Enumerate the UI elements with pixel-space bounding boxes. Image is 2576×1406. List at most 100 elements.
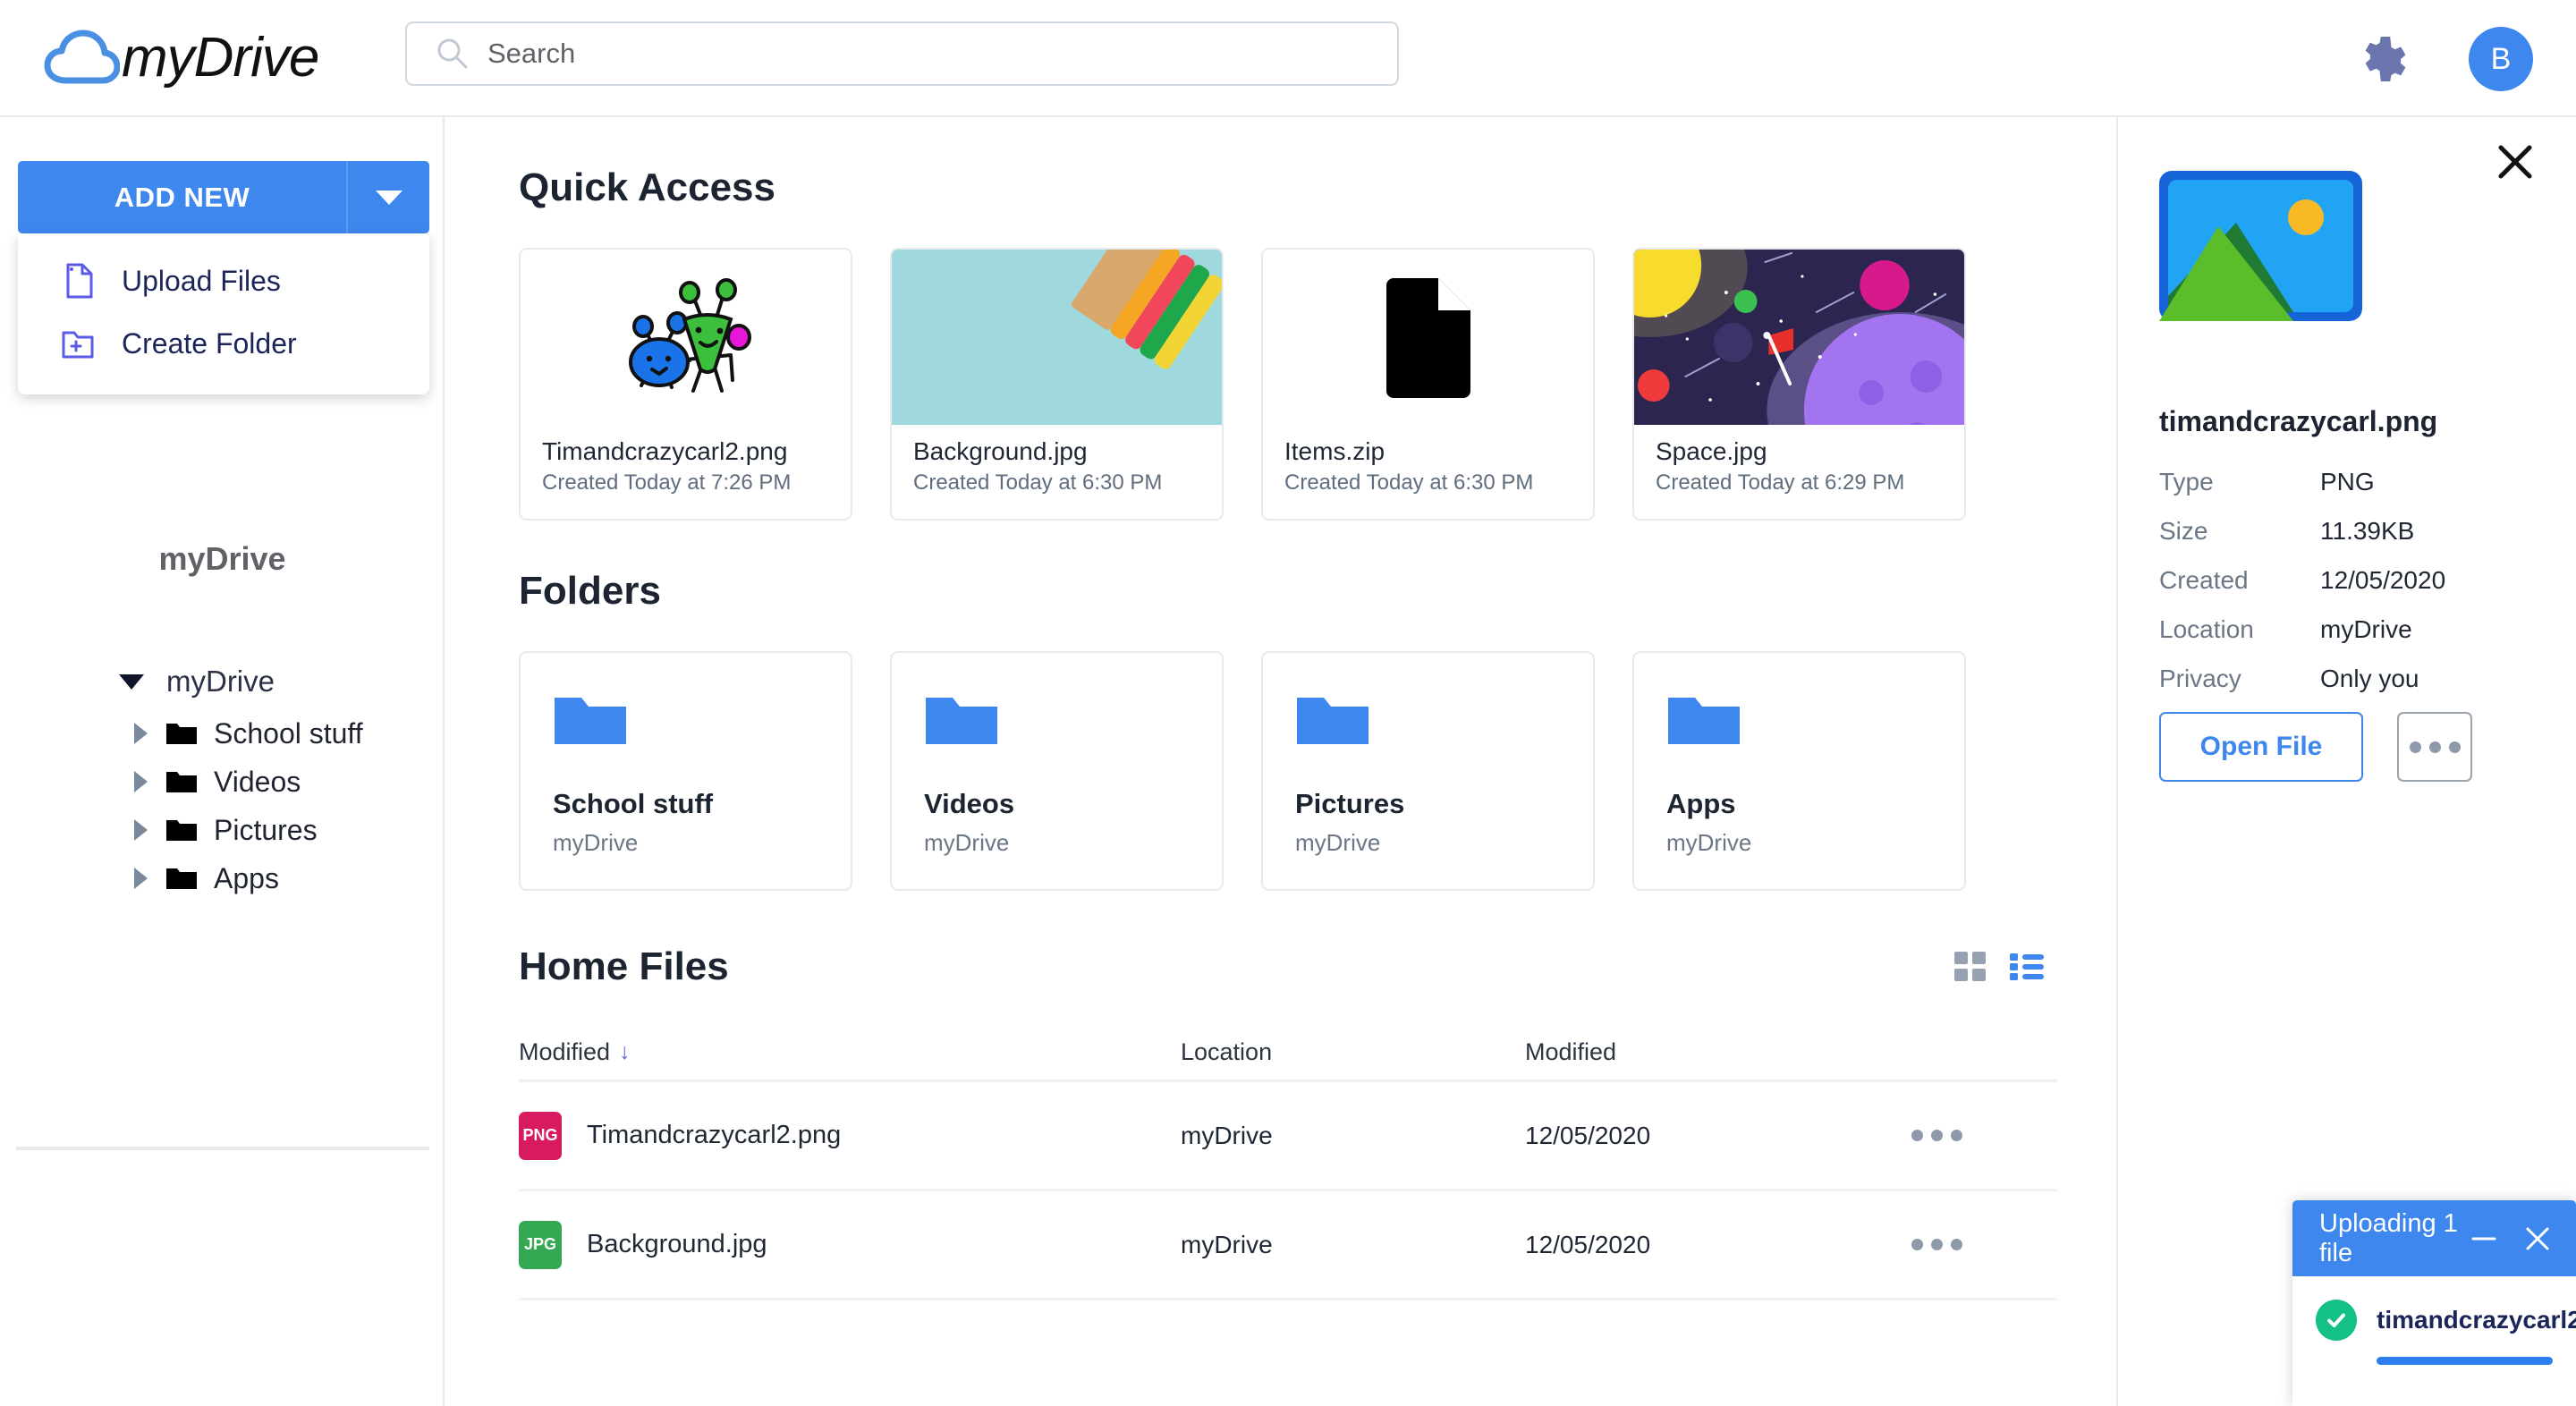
folder-icon: [553, 692, 628, 750]
success-check-icon: [2316, 1300, 2357, 1341]
add-new-dropdown-toggle[interactable]: [346, 161, 429, 233]
cloud-icon: [43, 29, 120, 88]
tree-item-apps[interactable]: Apps: [0, 854, 445, 902]
detail-value: Only you: [2320, 665, 2419, 693]
list-view-icon[interactable]: [2010, 953, 2044, 981]
quick-access-card[interactable]: Space.jpg Created Today at 6:29 PM: [1632, 248, 1966, 521]
search-input[interactable]: [487, 38, 1292, 70]
folder-icon: [924, 692, 999, 750]
folder-card[interactable]: School stuff myDrive: [519, 651, 852, 891]
toast-header: Uploading 1 file: [2292, 1200, 2576, 1276]
image-file-icon: [2159, 171, 2362, 321]
tree-item-mydrive[interactable]: myDrive: [0, 654, 445, 709]
thumbnail: [1263, 250, 1593, 425]
file-name: Timandcrazycarl2.png: [542, 436, 851, 467]
detail-value: 12/05/2020: [2320, 566, 2445, 595]
card-meta: Space.jpg Created Today at 6:29 PM: [1634, 425, 1964, 495]
toast-controls: [2469, 1224, 2553, 1254]
main-content: Quick Access: [446, 117, 2116, 1406]
folder-card[interactable]: Pictures myDrive: [1261, 651, 1595, 891]
column-header-name[interactable]: Modified ↓: [519, 1038, 1181, 1066]
detail-more-button[interactable]: [2397, 712, 2472, 782]
file-name: Space.jpg: [1656, 436, 1964, 467]
tree-root-label: myDrive: [166, 665, 275, 699]
row-more-button[interactable]: [1883, 1239, 1990, 1250]
tree-item-pictures[interactable]: Pictures: [0, 806, 445, 854]
row-file-name: Timandcrazycarl2.png: [587, 1121, 841, 1150]
quick-access-card[interactable]: Timandcrazycarl2.png Created Today at 7:…: [519, 248, 852, 521]
folder-icon: [165, 817, 198, 843]
column-header-modified[interactable]: Modified: [1525, 1038, 1883, 1066]
quick-access-row: Timandcrazycarl2.png Created Today at 7:…: [519, 248, 2116, 521]
folder-icon: [165, 866, 198, 891]
file-date: Created Today at 6:30 PM: [913, 470, 1222, 495]
detail-metadata: Type PNG Size 11.39KB Created 12/05/2020…: [2159, 457, 2535, 703]
app-logo[interactable]: myDrive: [43, 26, 318, 89]
column-header-label: Modified: [519, 1038, 610, 1066]
file-name: Items.zip: [1284, 436, 1593, 467]
minimize-icon[interactable]: [2469, 1224, 2499, 1254]
thumbnail: [521, 250, 851, 425]
open-file-button[interactable]: Open File: [2159, 712, 2363, 782]
triangle-down-icon[interactable]: [119, 674, 144, 690]
create-folder-icon: [61, 325, 95, 362]
drive-heading: myDrive: [0, 540, 445, 578]
tree-item-label: Pictures: [214, 814, 318, 847]
toast-body: timandcrazycarl2.png 11.38KB: [2292, 1276, 2576, 1365]
thumbnail: [1634, 250, 1964, 425]
triangle-right-icon[interactable]: [134, 771, 148, 792]
triangle-right-icon[interactable]: [134, 723, 148, 744]
more-dots-icon: [1911, 1130, 1962, 1141]
folder-location: myDrive: [1666, 829, 1964, 857]
folder-name: School stuff: [553, 788, 851, 820]
sidebar: ADD NEW Upload Files Create: [0, 117, 445, 1406]
detail-value: myDrive: [2320, 615, 2412, 644]
folder-tree: myDrive School stuff Videos: [0, 654, 445, 902]
menu-item-create-folder[interactable]: Create Folder: [18, 312, 429, 375]
close-icon[interactable]: [2496, 142, 2535, 182]
grid-view-icon[interactable]: [1954, 952, 1987, 982]
gear-icon[interactable]: [2360, 34, 2411, 84]
upload-progress-fill: [2377, 1357, 2553, 1365]
detail-row-location: Location myDrive: [2159, 605, 2535, 654]
row-modified: 12/05/2020: [1525, 1231, 1883, 1259]
detail-row-type: Type PNG: [2159, 457, 2535, 506]
toast-file-row: timandcrazycarl2.png 11.38KB: [2316, 1300, 2553, 1341]
user-avatar[interactable]: B: [2469, 27, 2533, 91]
file-date: Created Today at 6:30 PM: [1284, 470, 1593, 495]
avatar-initial: B: [2491, 42, 2512, 77]
menu-item-label: Upload Files: [122, 265, 281, 298]
table-header-row: Modified ↓ Location Modified: [519, 1025, 2057, 1082]
tree-item-videos[interactable]: Videos: [0, 758, 445, 806]
row-more-button[interactable]: [1883, 1130, 1990, 1141]
detail-key: Type: [2159, 468, 2320, 496]
folder-card[interactable]: Apps myDrive: [1632, 651, 1966, 891]
view-toggle-group: [1954, 952, 2044, 982]
file-name: Background.jpg: [913, 436, 1222, 467]
file-date: Created Today at 6:29 PM: [1656, 470, 1964, 495]
tree-item-school-stuff[interactable]: School stuff: [0, 709, 445, 758]
triangle-right-icon[interactable]: [134, 819, 148, 841]
folder-icon: [1295, 692, 1370, 750]
search-bar[interactable]: [405, 21, 1399, 86]
table-row[interactable]: JPG Background.jpg myDrive 12/05/2020: [519, 1191, 2057, 1300]
add-new-menu: Upload Files Create Folder: [18, 233, 429, 394]
column-header-location[interactable]: Location: [1181, 1038, 1525, 1066]
menu-item-upload-files[interactable]: Upload Files: [18, 250, 429, 312]
row-location: myDrive: [1181, 1122, 1525, 1150]
tree-item-label: School stuff: [214, 717, 363, 750]
folder-name: Pictures: [1295, 788, 1593, 820]
pencils-photo-icon: [892, 250, 1222, 425]
folder-card[interactable]: Videos myDrive: [890, 651, 1224, 891]
top-bar: myDrive B: [0, 0, 2576, 117]
space-illustration-icon: [1634, 250, 1964, 425]
triangle-right-icon[interactable]: [134, 868, 148, 889]
quick-access-card[interactable]: Items.zip Created Today at 6:30 PM: [1261, 248, 1595, 521]
quick-access-card[interactable]: Background.jpg Created Today at 6:30 PM: [890, 248, 1224, 521]
search-icon: [436, 37, 470, 71]
file-date: Created Today at 7:26 PM: [542, 470, 851, 495]
table-row[interactable]: PNG Timandcrazycarl2.png myDrive 12/05/2…: [519, 1082, 2057, 1191]
toast-title: Uploading 1 file: [2319, 1209, 2469, 1268]
close-icon[interactable]: [2522, 1224, 2553, 1254]
add-new-button[interactable]: ADD NEW: [18, 161, 346, 233]
